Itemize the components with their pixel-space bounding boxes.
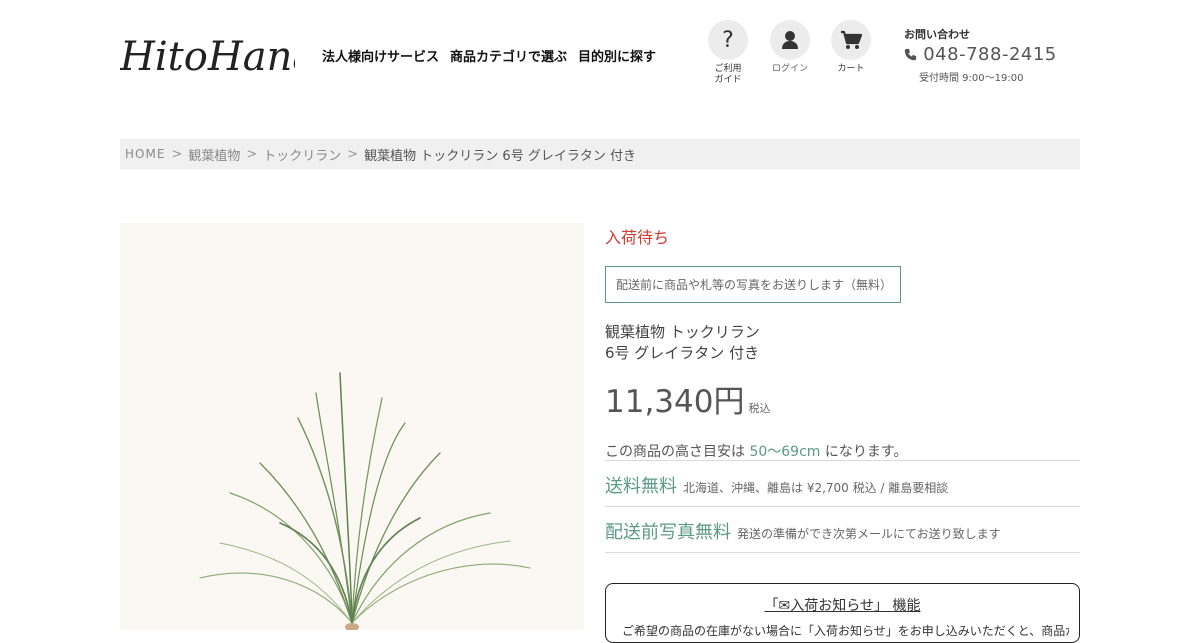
nav-corporate[interactable]: 法人様向けサービス: [322, 46, 439, 65]
photo-service-info: 配送前写真無料 発送の準備ができ次第メールにてお送り致します: [605, 518, 1001, 544]
photo-service-title: 配送前写真無料: [605, 522, 731, 543]
logo-text: HitoHana: [120, 34, 295, 78]
shipping-info: 送料無料 北海道、沖縄、離島は ¥2,700 税込 / 離島要相談: [605, 472, 948, 498]
breadcrumb-foliage[interactable]: 観葉植物: [188, 145, 240, 164]
nav-category[interactable]: 商品カテゴリで選ぶ: [450, 46, 567, 65]
breadcrumb-current: 観葉植物 トックリラン 6号 グレイラタン 付き: [364, 148, 636, 164]
product-image[interactable]: [120, 223, 584, 630]
product-name: 観葉植物 トックリラン 6号 グレイラタン 付き: [605, 322, 760, 364]
shipping-detail: 北海道、沖縄、離島は ¥2,700 税込 / 離島要相談: [683, 481, 949, 495]
phone-number[interactable]: 048-788-2415: [904, 44, 1057, 65]
product-price: 11,340円 税込: [605, 376, 770, 421]
free-shipping-title: 送料無料: [605, 476, 677, 497]
price-value: 11,340円: [605, 384, 745, 420]
height-prefix: この商品の高さ目安は: [605, 444, 745, 460]
restock-notify-title[interactable]: 「✉入荷お知らせ」 機能: [606, 595, 1079, 615]
divider: [605, 460, 1080, 461]
product-name-line1: 観葉植物 トックリラン: [605, 323, 760, 341]
guide-circle: ?: [708, 20, 748, 60]
question-icon: ?: [722, 27, 734, 53]
chevron-right-icon: >: [347, 146, 359, 162]
breadcrumb-tokkuriran[interactable]: トックリラン: [263, 145, 341, 164]
stock-status: 入荷待ち: [605, 228, 670, 247]
user-icon: [782, 31, 798, 49]
phone-icon: [904, 48, 917, 61]
chevron-right-icon: >: [246, 146, 258, 162]
business-hours: 受付時間 9:00〜19:00: [919, 73, 1024, 84]
guide-button[interactable]: ? ご利用 ガイド: [708, 20, 748, 86]
divider: [605, 552, 1080, 553]
photo-service-detail: 発送の準備ができ次第メールにてお送り致します: [737, 527, 1001, 541]
photo-service-badge: 配送前に商品や札等の写真をお送りします（無料）: [605, 266, 901, 303]
restock-notify-body: ご希望の商品の在庫がない場合に「入荷お知らせ」をお申し込みいただくと、商品が入荷: [622, 624, 1069, 638]
logo-mark: HitoHana: [119, 34, 316, 80]
height-value: 50〜69cm: [749, 444, 821, 460]
product-name-line2: 6号 グレイラタン 付き: [605, 344, 760, 362]
cart-label: カート: [837, 64, 865, 74]
cart-circle: [831, 20, 871, 60]
divider: [605, 506, 1080, 507]
site-logo[interactable]: HitoHana: [119, 30, 316, 80]
login-button[interactable]: ログイン: [770, 20, 810, 75]
cart-button[interactable]: カート: [831, 20, 871, 75]
breadcrumb: HOME > 観葉植物 > トックリラン > 観葉植物 トックリラン 6号 グレ…: [120, 139, 1080, 169]
breadcrumb-home[interactable]: HOME: [125, 147, 165, 161]
height-guide: この商品の高さ目安は 50〜69cm になります。: [605, 441, 907, 461]
tax-label: 税込: [748, 402, 771, 415]
login-circle: [770, 20, 810, 60]
cart-icon: [841, 30, 862, 49]
height-suffix: になります。: [824, 444, 908, 460]
plant-illustration: [199, 372, 531, 630]
phone-text: 048-788-2415: [923, 44, 1057, 65]
contact-title: お問い合わせ: [904, 28, 970, 41]
nav-purpose[interactable]: 目的別に探す: [578, 46, 656, 65]
restock-notify-box: 「✉入荷お知らせ」 機能 ご希望の商品の在庫がない場合に「入荷お知らせ」をお申し…: [605, 583, 1080, 643]
chevron-right-icon: >: [171, 146, 183, 162]
